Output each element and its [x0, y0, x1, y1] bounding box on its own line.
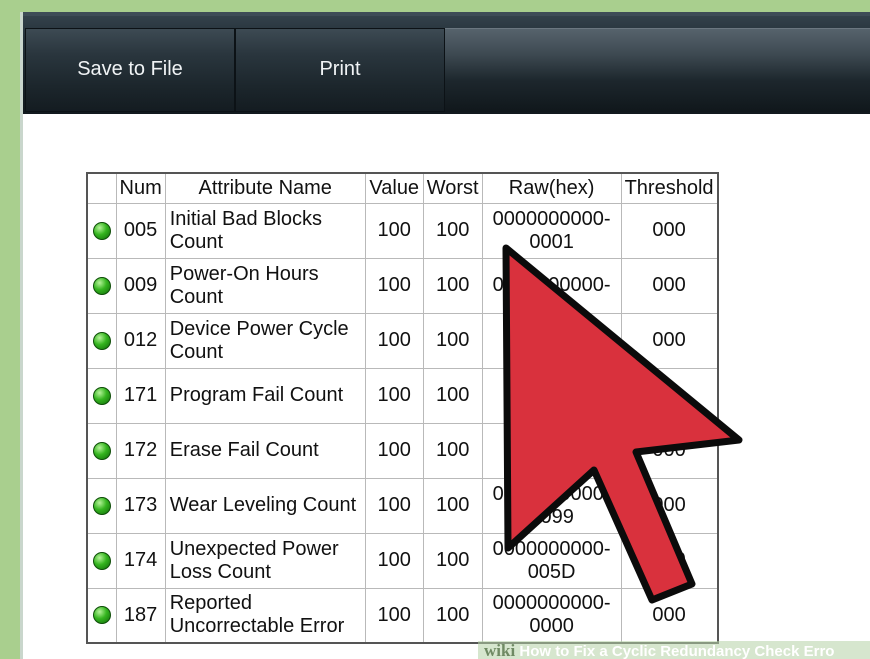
status-cell	[86, 422, 117, 479]
green-status-icon	[92, 606, 111, 625]
attribute-name-cell: Unexpected Power Loss Count	[164, 532, 366, 589]
status-cell	[86, 312, 117, 369]
table-row[interactable]: 173 Wear Leveling Count 100 100 00000000…	[86, 477, 719, 534]
green-status-icon	[92, 386, 111, 405]
worst-cell: 100	[422, 532, 483, 589]
raw-hex-cell: 0000000000-005D	[481, 532, 622, 589]
attribute-name-cell: Program Fail Count	[164, 367, 366, 424]
watermark-banner: wiki How to Fix a Cyclic Redundancy Chec…	[478, 641, 870, 659]
table-row[interactable]: 187 Reported Uncorrectable Error 100 100…	[86, 587, 719, 644]
column-header-status	[86, 172, 117, 204]
column-header-num: Num	[115, 172, 166, 204]
attribute-name-cell: Wear Leveling Count	[164, 477, 366, 534]
table-row[interactable]: 009 Power-On Hours Count 100 100 0000000…	[86, 257, 719, 314]
column-header-worst: Worst	[422, 172, 483, 204]
print-button[interactable]: Print	[235, 28, 445, 112]
table-row[interactable]: 174 Unexpected Power Loss Count 100 100 …	[86, 532, 719, 589]
green-status-icon	[92, 496, 111, 515]
table-row[interactable]: 005 Initial Bad Blocks Count 100 100 000…	[86, 202, 719, 259]
num-cell: 187	[115, 587, 166, 644]
green-status-icon	[92, 276, 111, 295]
threshold-cell: 000	[620, 312, 719, 369]
toolbar: Save to File Print	[23, 12, 870, 114]
column-header-raw-hex: Raw(hex)	[481, 172, 622, 204]
wiki-brand-logo: wiki	[484, 641, 516, 659]
green-status-icon	[92, 551, 111, 570]
num-cell: 005	[115, 202, 166, 259]
threshold-cell	[620, 367, 719, 424]
status-cell	[86, 477, 117, 534]
threshold-cell: 000	[620, 477, 719, 534]
value-cell: 100	[364, 257, 424, 314]
watermark-title: How to Fix a Cyclic Redundancy Check Err…	[519, 643, 835, 659]
raw-hex-cell: 0000000000-0000	[481, 587, 622, 644]
column-header-attribute-name: Attribute Name	[164, 172, 366, 204]
raw-hex-cell: 0000000000-0001	[481, 202, 622, 259]
column-header-threshold: Threshold	[620, 172, 719, 204]
value-cell: 100	[364, 477, 424, 534]
table-row[interactable]: 171 Program Fail Count 100 100	[86, 367, 719, 424]
raw-hex-cell	[481, 367, 622, 424]
raw-hex-cell	[481, 312, 622, 369]
toolbar-empty-area	[445, 28, 870, 112]
smart-attributes-table: Num Attribute Name Value Worst Raw(hex) …	[86, 172, 719, 644]
worst-cell: 100	[422, 312, 483, 369]
green-status-icon	[92, 331, 111, 350]
worst-cell: 100	[422, 587, 483, 644]
status-cell	[86, 367, 117, 424]
worst-cell: 100	[422, 422, 483, 479]
status-cell	[86, 202, 117, 259]
num-cell: 012	[115, 312, 166, 369]
attribute-name-cell: Reported Uncorrectable Error	[164, 587, 366, 644]
worst-cell: 100	[422, 477, 483, 534]
value-cell: 100	[364, 532, 424, 589]
value-cell: 100	[364, 312, 424, 369]
value-cell: 100	[364, 587, 424, 644]
attribute-name-cell: Erase Fail Count	[164, 422, 366, 479]
threshold-cell: 000	[620, 532, 719, 589]
value-cell: 100	[364, 367, 424, 424]
raw-hex-cell: 0000000000-0099	[481, 477, 622, 534]
green-status-icon	[92, 221, 111, 240]
status-cell	[86, 532, 117, 589]
num-cell: 174	[115, 532, 166, 589]
threshold-cell: 000	[620, 202, 719, 259]
column-header-value: Value	[364, 172, 424, 204]
raw-hex-cell: 0000000000-	[481, 257, 622, 314]
status-cell	[86, 587, 117, 644]
table-row[interactable]: 172 Erase Fail Count 100 100 000	[86, 422, 719, 479]
green-status-icon	[92, 441, 111, 460]
threshold-cell: 000	[620, 257, 719, 314]
num-cell: 173	[115, 477, 166, 534]
table-row[interactable]: 012 Device Power Cycle Count 100 100 000	[86, 312, 719, 369]
attribute-name-cell: Initial Bad Blocks Count	[164, 202, 366, 259]
attribute-name-cell: Device Power Cycle Count	[164, 312, 366, 369]
toolbar-edge	[23, 12, 870, 16]
worst-cell: 100	[422, 367, 483, 424]
table-header-row: Num Attribute Name Value Worst Raw(hex) …	[86, 172, 719, 204]
raw-hex-cell	[481, 422, 622, 479]
status-cell	[86, 257, 117, 314]
threshold-cell: 000	[620, 422, 719, 479]
save-to-file-button[interactable]: Save to File	[25, 28, 235, 112]
num-cell: 009	[115, 257, 166, 314]
num-cell: 171	[115, 367, 166, 424]
value-cell: 100	[364, 422, 424, 479]
attribute-name-cell: Power-On Hours Count	[164, 257, 366, 314]
num-cell: 172	[115, 422, 166, 479]
threshold-cell: 000	[620, 587, 719, 644]
worst-cell: 100	[422, 257, 483, 314]
worst-cell: 100	[422, 202, 483, 259]
value-cell: 100	[364, 202, 424, 259]
